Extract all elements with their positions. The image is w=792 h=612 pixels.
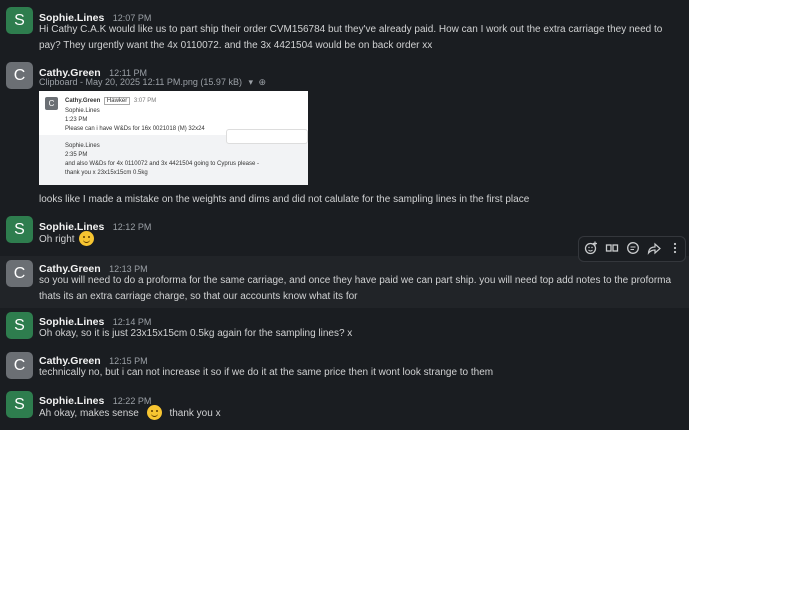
avatar[interactable]: C [6, 260, 33, 287]
avatar: C [45, 97, 58, 110]
avatar[interactable]: C [6, 62, 33, 89]
add-reaction-icon[interactable] [583, 241, 599, 257]
preview-toolbar [226, 129, 308, 144]
smiling-emoji-icon [146, 405, 162, 420]
preview-line: and also W&Ds for 4x 0110072 and 3x 4421… [65, 161, 260, 167]
avatar[interactable]: S [6, 391, 33, 418]
avatar[interactable]: C [6, 352, 33, 379]
message: C Cathy.Green 12:13 PM so you will need … [0, 256, 689, 308]
grinning-emoji-icon [79, 231, 95, 246]
message-text: thank you x [169, 408, 221, 419]
preview-badge: Hawker [103, 97, 131, 105]
preview-line: Sophie.Lines [65, 143, 100, 149]
message-text: Hi Cathy C.A.K would like us to part shi… [39, 24, 663, 51]
chevron-down-icon[interactable]: ▾ [248, 77, 253, 87]
message-text: looks like I made a mistake on the weigh… [39, 194, 530, 205]
attachment-image[interactable]: C Cathy.Green Hawker 3:07 PM Sophie.Line… [39, 91, 308, 185]
preview-time: 3:07 PM [133, 98, 157, 104]
message: C Cathy.Green 12:15 PM technically no, b… [0, 348, 689, 388]
preview-line: 1:23 PM [65, 117, 88, 123]
avatar[interactable]: S [6, 312, 33, 339]
message-text: so you will need to do a proforma for th… [39, 275, 672, 302]
attachment-meta[interactable]: Clipboard - May 20, 2025 12:11 PM.png (1… [39, 77, 242, 87]
link-icon[interactable]: ⊕ [259, 77, 267, 87]
quote-icon[interactable] [604, 241, 620, 257]
chat-pane: S Sophie.Lines 12:07 PM Hi Cathy C.A.K w… [0, 0, 689, 430]
preview-line: thank you x 23x15x15cm 0.5kg [65, 170, 148, 176]
preview-line: Please can i have W&Ds for 16x 0021018 (… [65, 126, 205, 132]
message: S Sophie.Lines 12:07 PM Hi Cathy C.A.K w… [0, 0, 689, 58]
message-actions-toolbar [578, 236, 686, 262]
message: S Sophie.Lines 12:22 PM Ah okay, makes s… [0, 388, 689, 430]
message-text: Oh okay, so it is just 23x15x15cm 0.5kg … [39, 328, 353, 339]
preview-line: 2:35 PM [65, 152, 88, 158]
message: C Cathy.Green 12:11 PM Clipboard - May 2… [0, 58, 689, 210]
more-icon[interactable] [667, 241, 683, 257]
preview-author: Cathy.Green [65, 98, 101, 104]
share-icon[interactable] [646, 241, 662, 257]
message-text: Ah okay, makes sense [39, 408, 139, 419]
message: S Sophie.Lines 12:14 PM Oh okay, so it i… [0, 308, 689, 348]
preview-line: Sophie.Lines [65, 108, 100, 114]
message-text: Oh right [39, 234, 75, 245]
avatar[interactable]: S [6, 7, 33, 34]
avatar[interactable]: S [6, 216, 33, 243]
reply-icon[interactable] [625, 241, 641, 257]
message-text: technically no, but i can not increase i… [39, 367, 494, 378]
